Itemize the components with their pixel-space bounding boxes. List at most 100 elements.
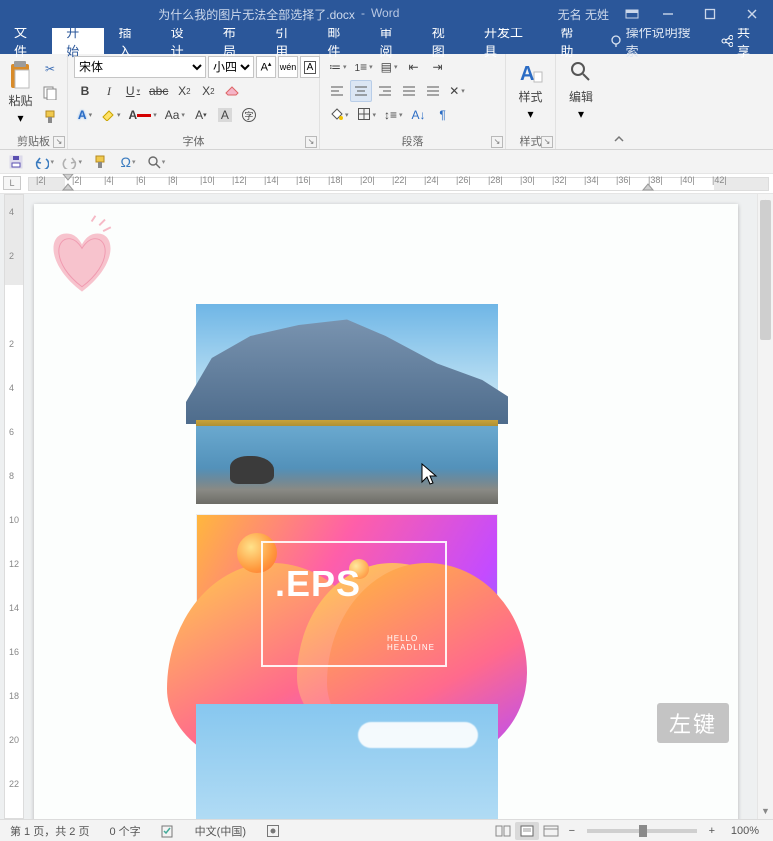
paste-button[interactable]: 粘贴 ▾ bbox=[6, 56, 35, 125]
horizontal-ruler[interactable]: L /* tick labels drawn via JS below */ |… bbox=[0, 174, 773, 194]
tab-insert[interactable]: 插入 bbox=[104, 28, 156, 54]
format-painter-button[interactable] bbox=[39, 106, 61, 128]
scroll-thumb[interactable] bbox=[760, 200, 771, 340]
shrink-font-button[interactable]: A▾ bbox=[190, 104, 212, 126]
tab-help[interactable]: 帮助 bbox=[546, 28, 598, 54]
zoom-in[interactable]: + bbox=[703, 825, 721, 837]
share-button[interactable]: 共享 bbox=[708, 28, 773, 54]
status-proofing[interactable] bbox=[151, 824, 185, 838]
numbering-button[interactable]: 1≡▾ bbox=[352, 56, 376, 78]
zoom-out[interactable]: − bbox=[563, 825, 581, 837]
phonetic-guide-button[interactable]: wén bbox=[278, 56, 298, 78]
undo-button[interactable]: ▾ bbox=[34, 152, 54, 172]
macro-icon bbox=[266, 824, 280, 838]
tab-file[interactable]: 文件 bbox=[0, 28, 52, 54]
window-maximize[interactable] bbox=[689, 0, 731, 28]
align-left-button[interactable] bbox=[326, 80, 348, 102]
tab-layout[interactable]: 布局 bbox=[209, 28, 261, 54]
image-snow[interactable] bbox=[196, 704, 498, 819]
tab-mailings[interactable]: 邮件 bbox=[313, 28, 365, 54]
zoom-slider[interactable] bbox=[587, 829, 697, 833]
line-spacing-button[interactable]: ↕≡▾ bbox=[381, 104, 406, 126]
increase-indent-button[interactable]: ⇥ bbox=[426, 56, 448, 78]
sort-button[interactable]: A↓ bbox=[408, 104, 430, 126]
view-web-layout[interactable] bbox=[539, 822, 563, 840]
image-mountain[interactable] bbox=[196, 304, 498, 504]
qat-print-preview[interactable]: ▾ bbox=[146, 152, 166, 172]
share-icon bbox=[720, 34, 733, 48]
shading-button[interactable]: ▾ bbox=[326, 104, 352, 126]
bullets-button[interactable]: ≔▾ bbox=[326, 56, 350, 78]
underline-button[interactable]: U▾ bbox=[122, 80, 144, 102]
copy-button[interactable] bbox=[39, 82, 61, 104]
collapse-ribbon-button[interactable] bbox=[606, 54, 632, 149]
font-size-select[interactable]: 小四 bbox=[208, 56, 254, 78]
multilevel-button[interactable]: ▤▾ bbox=[378, 56, 401, 78]
ribbon-options-icon bbox=[625, 7, 639, 21]
align-right-icon bbox=[378, 85, 392, 97]
font-color-button[interactable]: A▾ bbox=[126, 104, 160, 126]
highlight-button[interactable]: ▾ bbox=[98, 104, 124, 126]
tab-review[interactable]: 审阅 bbox=[366, 28, 418, 54]
tab-selector[interactable]: L bbox=[3, 176, 21, 190]
qat-format-painter[interactable] bbox=[90, 152, 110, 172]
vertical-ruler[interactable]: 42246810121416182022 bbox=[4, 194, 24, 819]
scroll-down-arrow[interactable]: ▼ bbox=[758, 803, 773, 819]
editing-button[interactable]: 编辑 ▾ bbox=[562, 56, 600, 121]
heart-decoration bbox=[34, 210, 130, 306]
paragraph-launcher[interactable]: ↘ bbox=[491, 136, 503, 148]
status-macro[interactable] bbox=[256, 824, 290, 838]
char-border-button[interactable]: A bbox=[300, 56, 320, 78]
save-button[interactable] bbox=[6, 152, 26, 172]
superscript-button[interactable]: X2 bbox=[197, 80, 219, 102]
styles-launcher[interactable]: ↘ bbox=[541, 136, 553, 148]
tell-me[interactable]: 操作说明搜索 bbox=[599, 28, 708, 54]
align-center-button[interactable] bbox=[350, 80, 372, 102]
image-eps[interactable]: .EPS HELLOHEADLINE bbox=[196, 514, 498, 694]
subscript-button[interactable]: X2 bbox=[173, 80, 195, 102]
status-language[interactable]: 中文(中国) bbox=[185, 823, 256, 839]
italic-button[interactable]: I bbox=[98, 80, 120, 102]
justify-button[interactable] bbox=[398, 80, 420, 102]
view-read-mode[interactable] bbox=[491, 822, 515, 840]
ribbon-display-options[interactable] bbox=[617, 7, 647, 21]
distribute-button[interactable] bbox=[422, 80, 444, 102]
cut-button[interactable]: ✂ bbox=[39, 58, 61, 80]
tab-references[interactable]: 引用 bbox=[261, 28, 313, 54]
zoom-slider-knob[interactable] bbox=[639, 825, 647, 837]
decrease-indent-button[interactable]: ⇤ bbox=[402, 56, 424, 78]
font-launcher[interactable]: ↘ bbox=[305, 136, 317, 148]
group-styles: A 样式 ▾ 样式 ↘ bbox=[506, 54, 556, 149]
grow-font-icon: A▴ bbox=[261, 60, 272, 74]
status-words[interactable]: 0 个字 bbox=[99, 823, 150, 839]
tab-view[interactable]: 视图 bbox=[418, 28, 470, 54]
window-close[interactable] bbox=[731, 0, 773, 28]
styles-button[interactable]: A 样式 ▾ bbox=[512, 56, 549, 121]
window-minimize[interactable] bbox=[647, 0, 689, 28]
clipboard-launcher[interactable]: ↘ bbox=[53, 136, 65, 148]
align-right-button[interactable] bbox=[374, 80, 396, 102]
bold-button[interactable]: B bbox=[74, 80, 96, 102]
enclose-char-button[interactable]: 字 bbox=[238, 104, 260, 126]
tab-design[interactable]: 设计 bbox=[157, 28, 209, 54]
view-print-layout[interactable] bbox=[515, 822, 539, 840]
status-page[interactable]: 第 1 页，共 2 页 bbox=[0, 823, 99, 839]
tab-developer[interactable]: 开发工具 bbox=[470, 28, 546, 54]
vertical-scrollbar[interactable]: ▲ ▼ bbox=[757, 194, 773, 819]
ribbon: 粘贴 ▾ ✂ 剪贴板 ↘ 宋体 小四 A▴ wén A B I bbox=[0, 54, 773, 150]
qat-equation[interactable]: Ω▾ bbox=[118, 152, 138, 172]
zoom-level[interactable]: 100% bbox=[721, 825, 773, 837]
strike-button[interactable]: abc bbox=[146, 80, 171, 102]
document-page[interactable]: .EPS HELLOHEADLINE bbox=[34, 204, 738, 819]
font-name-select[interactable]: 宋体 bbox=[74, 56, 206, 78]
clear-format-button[interactable] bbox=[221, 80, 243, 102]
grow-font-button[interactable]: A▴ bbox=[256, 56, 276, 78]
borders-button[interactable]: ▾ bbox=[354, 104, 380, 126]
text-effects-button[interactable]: A▾ bbox=[74, 104, 96, 126]
tab-home[interactable]: 开始 bbox=[52, 28, 104, 54]
char-scale-button[interactable]: ✕▾ bbox=[446, 80, 468, 102]
char-shading-button[interactable]: A bbox=[214, 104, 236, 126]
show-marks-button[interactable]: ¶ bbox=[432, 104, 454, 126]
change-case-button[interactable]: Aa▾ bbox=[162, 104, 188, 126]
redo-button[interactable]: ▾ bbox=[62, 152, 82, 172]
